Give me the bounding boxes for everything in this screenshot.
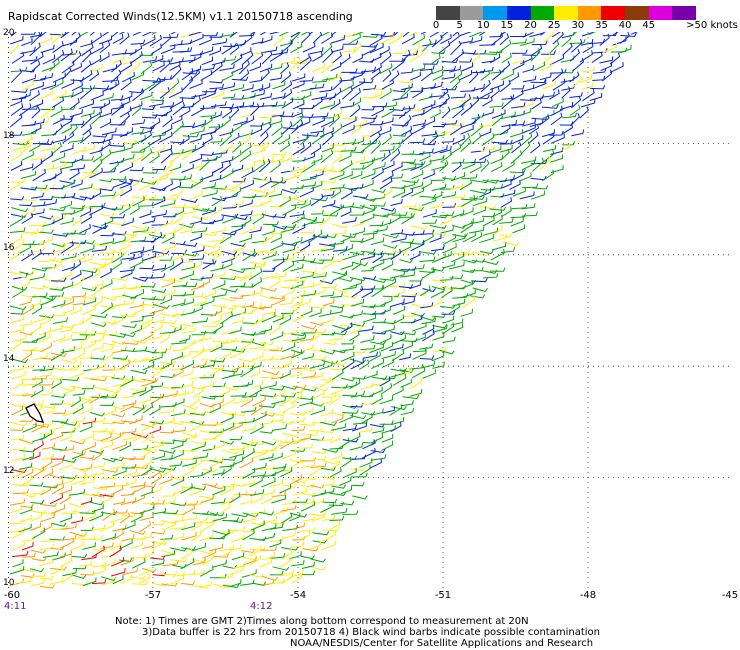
wind-swath — [8, 32, 639, 589]
longitude-tick-label: -57 — [144, 590, 162, 601]
colorbar-label: 35 — [595, 20, 608, 31]
colorbar-swatch — [648, 6, 673, 20]
longitude-tick-label: -51 — [434, 590, 452, 601]
latitude-tick-label: 10 — [3, 578, 15, 588]
colorbar-label: 45 — [642, 20, 656, 31]
time-label-center: 4:12 — [250, 601, 273, 612]
colorbar-label: 30 — [571, 20, 585, 31]
colorbar-swatch — [577, 6, 602, 20]
map-title: Rapidscat Corrected Winds(12.5KM) v1.1 2… — [8, 10, 353, 23]
wind-barb-plot — [8, 32, 733, 589]
colorbar-label: 15 — [500, 20, 514, 31]
colorbar-label: 0 — [432, 20, 440, 31]
longitude-tick-label: -60 — [3, 590, 21, 601]
colorbar-swatch — [506, 6, 531, 20]
colorbar-label: 25 — [547, 20, 561, 31]
colorbar-swatch — [483, 6, 507, 20]
latitude-tick-label: 16 — [3, 242, 15, 253]
longitude-tick-label: -54 — [289, 590, 307, 601]
longitude-tick-label: -48 — [579, 590, 597, 601]
wind-map — [8, 32, 733, 589]
longitude-tick-label: -45 — [721, 590, 739, 601]
latitude-tick-label: 12 — [3, 465, 15, 476]
note-line-1: Note: 1) Times are GMT 2)Times along bot… — [115, 616, 529, 627]
note-line-3: NOAA/NESDIS/Center for Satellite Applica… — [290, 638, 594, 649]
colorbar-swatch — [554, 6, 578, 20]
colorbar-swatch — [530, 6, 555, 20]
latitude-tick-label: 18 — [3, 131, 15, 142]
colorbar-swatch — [625, 6, 649, 20]
colorbar-label: 10 — [476, 20, 490, 31]
lat-lon-grid — [8, 32, 733, 589]
colorbar-swatch — [601, 6, 626, 20]
colorbar-label: 40 — [618, 20, 632, 31]
colorbar-swatch — [672, 6, 697, 20]
latitude-tick-label: 20 — [3, 28, 15, 38]
colorbar-label: 5 — [456, 20, 463, 31]
colorbar-swatch — [459, 6, 484, 20]
latitude-tick-label: 14 — [3, 354, 15, 365]
colorbar-label: 20 — [524, 20, 537, 31]
note-line-2: 3)Data buffer is 22 hrs from 20150718 4)… — [142, 627, 600, 638]
time-label-left: 4:11 — [4, 601, 27, 612]
colorbar-swatch — [436, 6, 460, 20]
wind-speed-colorbar — [436, 6, 697, 20]
colorbar-label: >50 knots — [686, 20, 738, 31]
